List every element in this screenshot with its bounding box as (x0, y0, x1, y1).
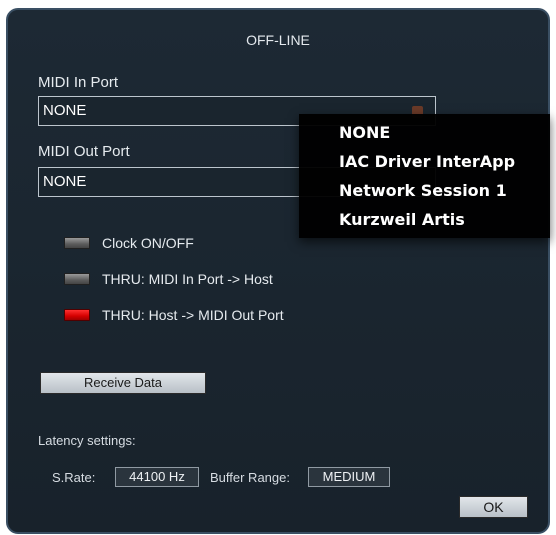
thru-in-toggle-led[interactable] (64, 273, 90, 285)
clock-toggle-led[interactable] (64, 237, 90, 249)
buffer-range-label: Buffer Range: (210, 470, 290, 485)
midi-settings-window: OFF-LINE MIDI In Port NONE MIDI Out Port… (6, 8, 550, 534)
thru-out-toggle-label: THRU: Host -> MIDI Out Port (102, 307, 284, 323)
ok-button[interactable]: OK (459, 496, 528, 518)
thru-in-toggle-label: THRU: MIDI In Port -> Host (102, 271, 273, 287)
clock-toggle-label: Clock ON/OFF (102, 235, 194, 251)
buffer-range-field[interactable]: MEDIUM (308, 467, 390, 487)
menu-item-network-session[interactable]: Network Session 1 (299, 176, 550, 205)
midi-in-dropdown-menu: NONE IAC Driver InterApp Network Session… (299, 114, 550, 238)
menu-item-none[interactable]: NONE (299, 118, 550, 147)
menu-item-kurzweil[interactable]: Kurzweil Artis (299, 205, 550, 234)
midi-in-label: MIDI In Port (38, 74, 119, 91)
latency-heading: Latency settings: (38, 433, 136, 448)
receive-data-button[interactable]: Receive Data (40, 372, 206, 394)
thru-out-toggle-led[interactable] (64, 309, 90, 321)
window-title: OFF-LINE (246, 32, 310, 48)
midi-out-label: MIDI Out Port (38, 143, 130, 160)
srate-label: S.Rate: (52, 470, 96, 485)
midi-out-value: NONE (43, 173, 87, 190)
menu-item-iac-driver[interactable]: IAC Driver InterApp (299, 147, 550, 176)
srate-field[interactable]: 44100 Hz (115, 467, 199, 487)
midi-in-value: NONE (43, 102, 87, 119)
